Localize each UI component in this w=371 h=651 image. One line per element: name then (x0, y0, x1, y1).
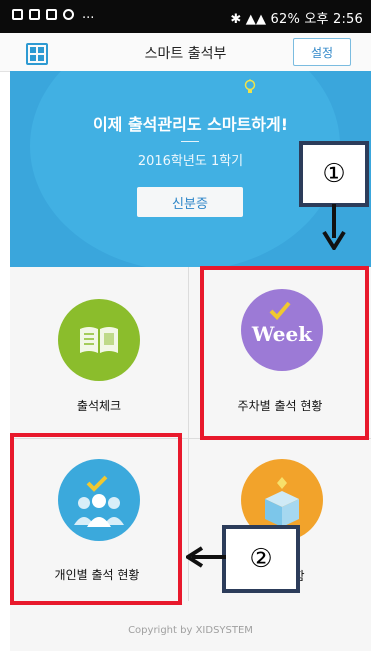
status-more: ... (82, 7, 95, 22)
left-edge (0, 33, 10, 651)
settings-button[interactable]: 설정 (293, 38, 351, 66)
left-arrow-icon (186, 546, 226, 568)
status-bar: ... ✱ ▲▲ 62% 오후 2:56 (0, 0, 371, 33)
banner-circle (30, 71, 340, 267)
signal-icon: ▲▲ (245, 12, 267, 27)
copyright-text: Copyright by XIDSYSTEM (128, 625, 253, 636)
highlight-box-weekly (200, 266, 369, 440)
highlight-box-individual (10, 433, 182, 605)
image-icon (46, 9, 57, 20)
status-time: 62% 오후 2:56 (270, 12, 363, 27)
menu-item-label: 출석체크 (76, 399, 122, 413)
notification-icon (12, 9, 23, 20)
banner-headline: 이제 출석관리도 스마트하게! (92, 115, 289, 134)
id-card-button[interactable]: 신분증 (137, 187, 243, 217)
down-arrow-icon (322, 204, 346, 250)
annotation-marker-2: ② (222, 525, 300, 593)
chat-icon (63, 9, 74, 20)
app-bar: 스마트 출석부 설정 (0, 33, 371, 72)
app-screen: ... ✱ ▲▲ 62% 오후 2:56 스마트 출석부 설정 이제 출석관리도… (0, 0, 371, 651)
book-icon (58, 299, 140, 381)
annotation-marker-1: ① (299, 141, 369, 207)
lightbulb-icon (244, 79, 256, 93)
notification-icon (29, 9, 40, 20)
divider (181, 141, 199, 142)
status-icons-left: ... (12, 7, 94, 22)
menu-item-attendance-check[interactable]: 출석체크 (10, 267, 188, 438)
bluetooth-icon: ✱ (230, 12, 242, 27)
status-info: ✱ ▲▲ 62% 오후 2:56 (230, 8, 363, 27)
